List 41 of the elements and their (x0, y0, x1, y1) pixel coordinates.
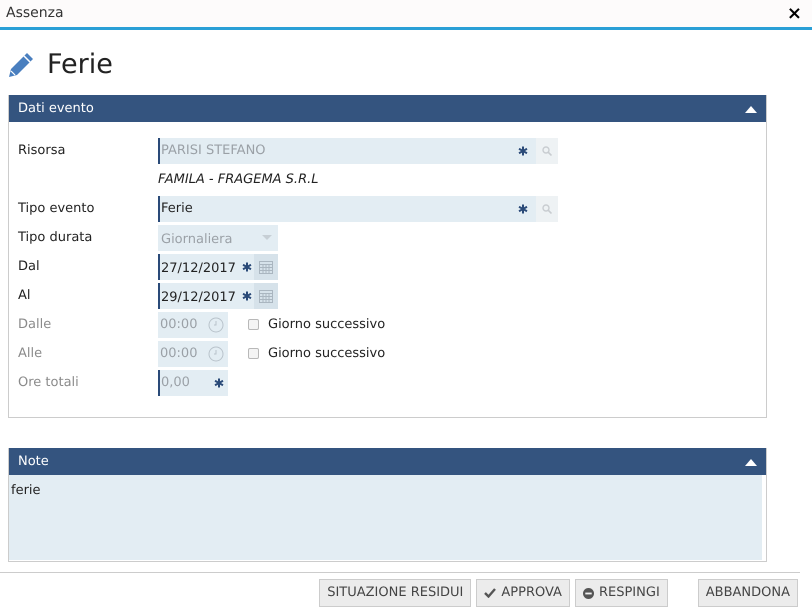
field-value: Giornaliera (161, 232, 232, 246)
field-label: Tipo durata (18, 228, 94, 247)
field-label: Tipo evento (18, 200, 96, 218)
search-icon[interactable] (542, 204, 552, 214)
date-field[interactable]: 27/12/2017 (158, 254, 278, 280)
date-field[interactable]: 29/12/2017 (158, 282, 278, 308)
close-button[interactable]: × (786, 4, 802, 22)
calendar-icon[interactable] (259, 288, 273, 302)
lookup-field[interactable]: Ferie (158, 196, 558, 222)
field-value: 00:00 (160, 344, 198, 363)
field-value: Ferie (161, 200, 193, 218)
field-label: Dalle (18, 316, 52, 334)
action-button[interactable]: APPROVA (476, 579, 570, 607)
field-value: PARISI STEFANO (161, 142, 266, 160)
field-label: Risorsa (18, 142, 66, 160)
field-label: Ore totali (18, 374, 80, 392)
panel-title: Note (18, 452, 49, 471)
action-button[interactable]: RESPINGI (574, 579, 668, 607)
field-label: Alle (18, 344, 44, 363)
field-value: 00:00 (160, 316, 198, 334)
field-value: 0,00 (161, 374, 190, 392)
field-label: Al (18, 286, 32, 305)
search-icon[interactable] (542, 146, 552, 156)
checkbox-label: Giorno successivo (268, 344, 386, 363)
collapse-icon[interactable] (745, 458, 757, 466)
note-field[interactable]: ferie (9, 475, 762, 560)
field-value: 29/12/2017 (161, 290, 236, 304)
field-value: 27/12/2017 (161, 260, 236, 276)
company-name: FAMILA - FRAGEMA S.R.L (158, 170, 318, 189)
check-icon (484, 588, 496, 598)
pencil-icon (7, 51, 35, 79)
collapse-icon[interactable] (745, 104, 757, 112)
field-label: Dal (18, 258, 41, 276)
action-button[interactable]: ABBANDONA (698, 579, 798, 607)
panel-title: Dati evento (18, 100, 94, 118)
window-title: Assenza (6, 4, 64, 23)
checkbox-label: Giorno successivo (268, 316, 386, 334)
page-heading: Ferie (47, 48, 113, 82)
minus-circle-icon (582, 588, 594, 598)
action-button[interactable]: SITUAZIONE RESIDUI (319, 579, 472, 607)
calendar-icon[interactable] (259, 260, 273, 274)
